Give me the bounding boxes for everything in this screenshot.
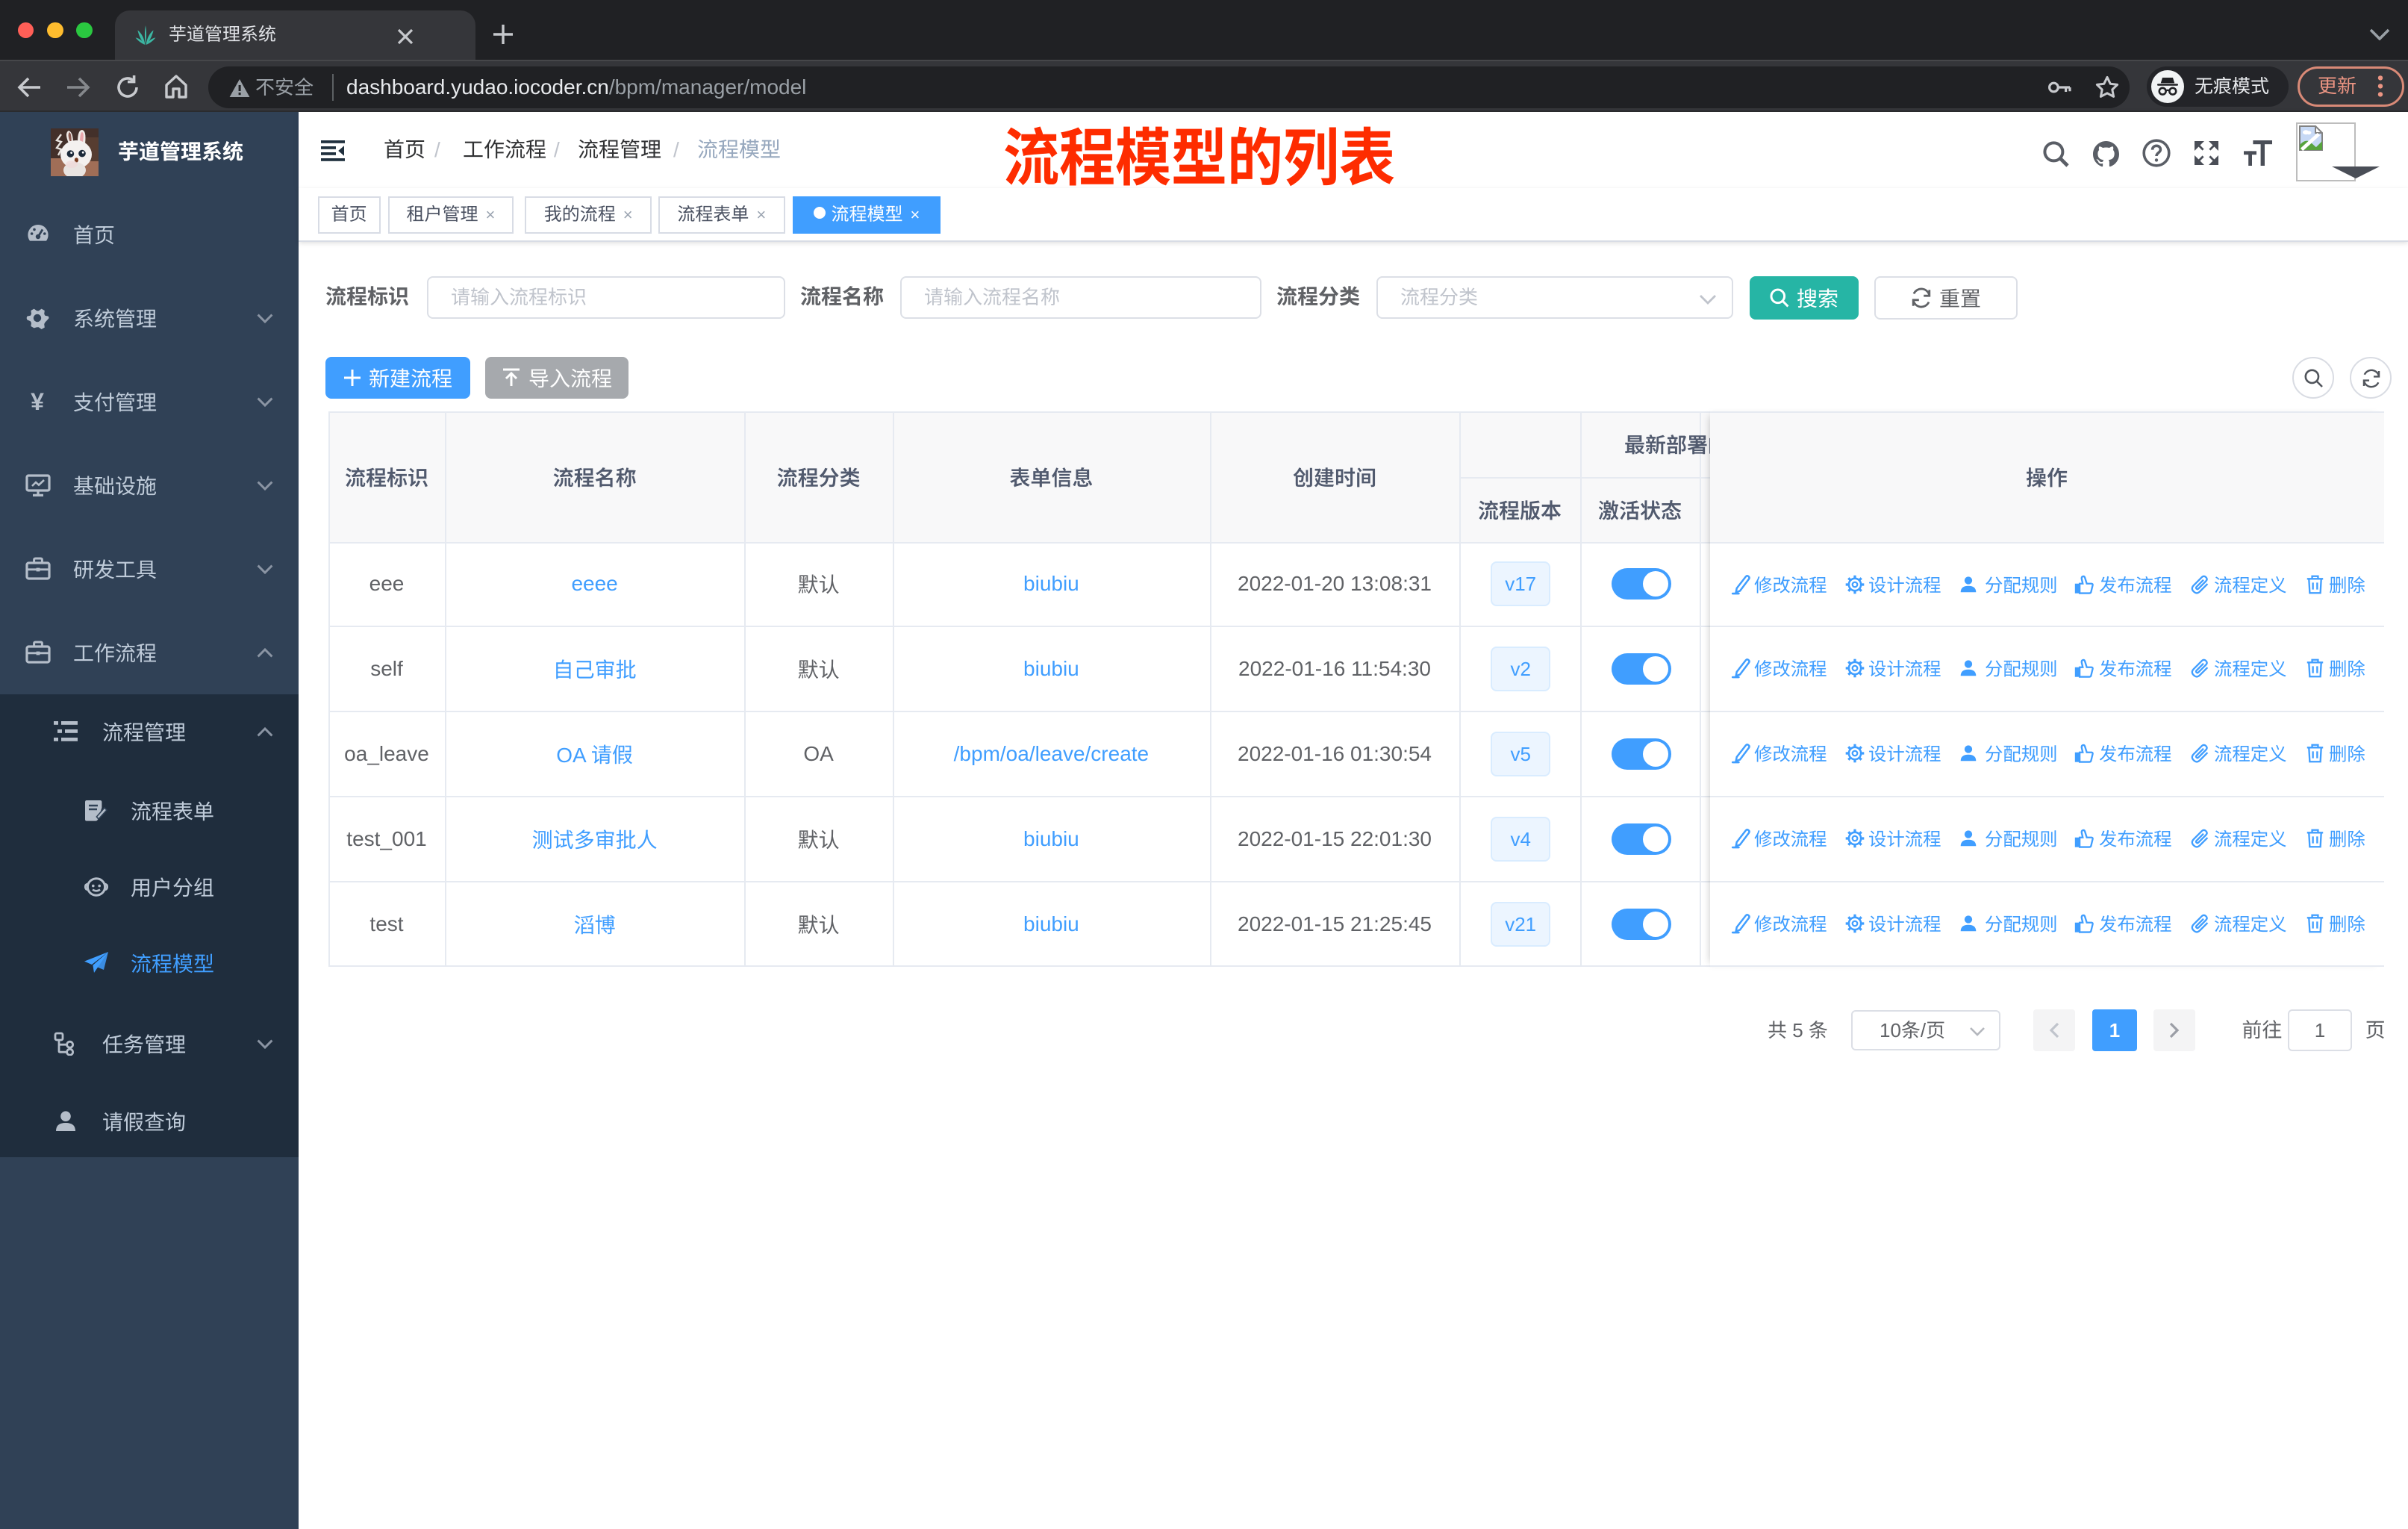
svg-text:¥: ¥	[31, 390, 44, 414]
